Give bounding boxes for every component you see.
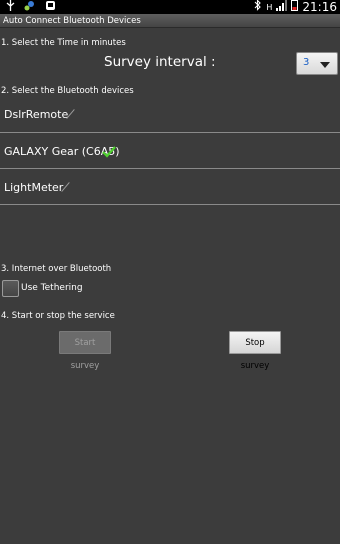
status-left-icons xyxy=(6,0,56,15)
start-survey-button[interactable]: Start survey xyxy=(59,331,111,371)
status-bar: H 21:16 xyxy=(0,0,340,14)
section-internet-label: 3. Internet over Bluetooth xyxy=(1,264,112,274)
device-row-lightmeter[interactable]: LightMeter xyxy=(0,169,340,204)
device-name: LightMeter xyxy=(4,181,64,194)
use-tethering-checkbox[interactable] xyxy=(2,280,19,297)
device-name: DslrRemote xyxy=(4,108,69,121)
spinner-value: 3 xyxy=(303,57,310,68)
survey-interval-label: Survey interval : xyxy=(104,54,216,70)
device-row-galaxy-gear[interactable]: GALAXY Gear (C6A5) xyxy=(0,133,340,168)
use-tethering-label: Use Tethering xyxy=(21,283,83,293)
bluetooth-icon xyxy=(254,0,262,15)
h-network-icon: H xyxy=(266,2,273,12)
stop-survey-button[interactable]: Stop survey xyxy=(229,331,281,371)
check-icon xyxy=(102,143,116,162)
status-right-icons: H 21:16 xyxy=(254,0,337,14)
android-icon xyxy=(45,0,56,15)
survey-interval-spinner[interactable]: 3 xyxy=(296,52,338,75)
battery-low-icon xyxy=(291,0,299,15)
app-title-bar: Auto Connect Bluetooth Devices xyxy=(0,14,340,28)
section-devices-label: 2. Select the Bluetooth devices xyxy=(1,86,134,96)
chevron-down-icon xyxy=(320,62,330,68)
dropbox-icon xyxy=(24,0,36,15)
divider xyxy=(0,204,340,205)
device-row-dslrremote[interactable]: DslrRemote xyxy=(0,96,340,132)
clock: 21:16 xyxy=(302,0,337,14)
signal-icon xyxy=(276,0,288,15)
section-service-label: 4. Start or stop the service xyxy=(1,311,115,321)
usb-icon xyxy=(6,0,15,15)
section-time-label: 1. Select the Time in minutes xyxy=(1,38,126,48)
